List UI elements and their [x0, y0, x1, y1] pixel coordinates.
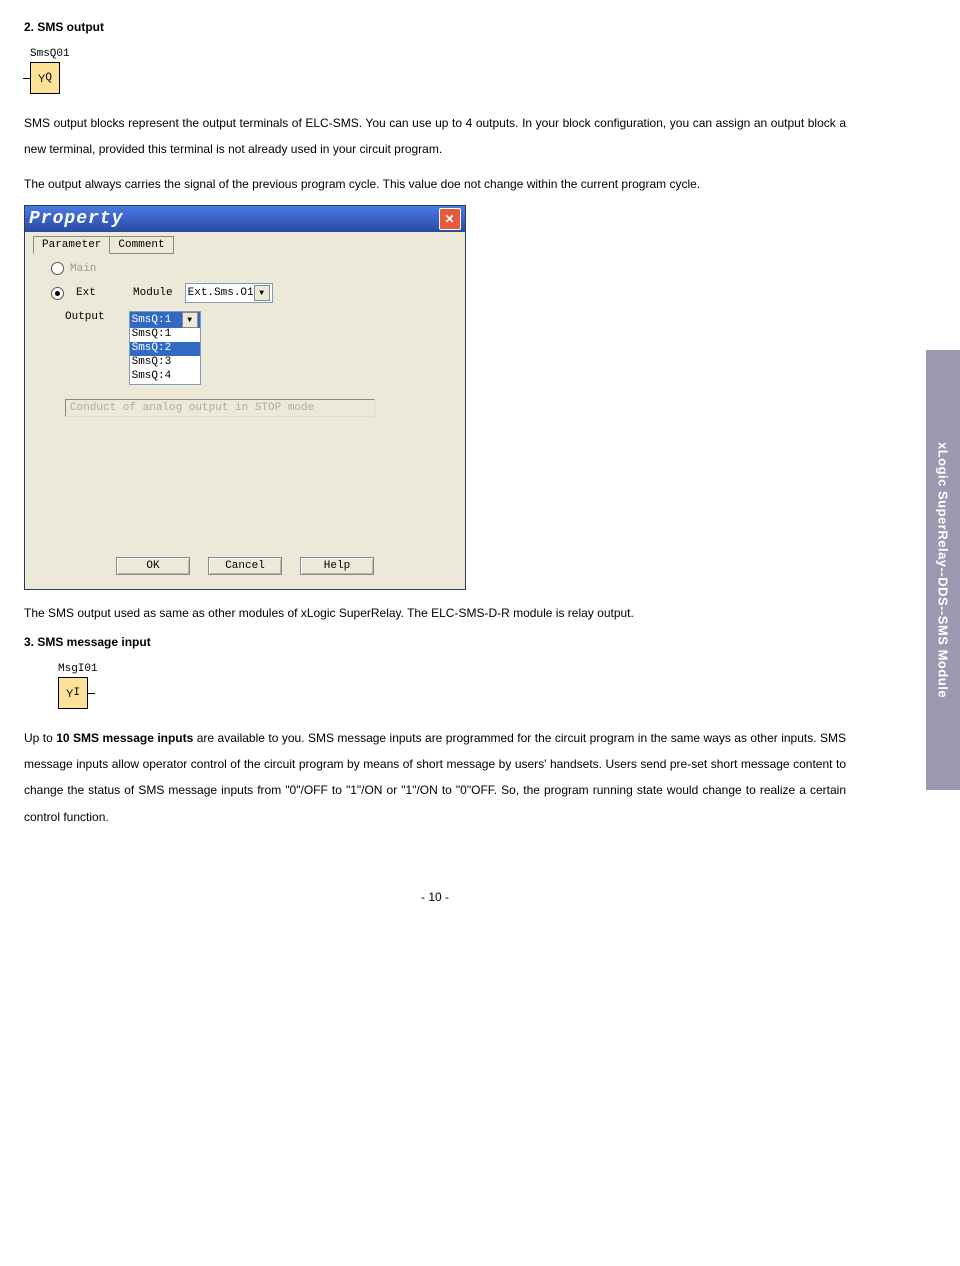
- after-dialog-text: The SMS output used as same as other mod…: [24, 600, 846, 626]
- sms-output-block-icon: SmsQ01 YQ: [30, 48, 70, 94]
- help-button[interactable]: Help: [300, 557, 374, 575]
- list-item[interactable]: SmsQ:4: [130, 370, 200, 384]
- cancel-button[interactable]: Cancel: [208, 557, 282, 575]
- section-3-heading: 3. SMS message input: [24, 635, 846, 649]
- dialog-title: Property: [29, 209, 123, 229]
- sms-msg-input-block-icon: MsgI01 YI: [58, 663, 98, 709]
- antenna-icon: Y: [66, 688, 73, 700]
- radio-main-row: Main: [51, 262, 457, 275]
- module-combo-value: Ext.Sms.O1: [188, 287, 254, 299]
- section-3-para: Up to 10 SMS message inputs are availabl…: [24, 725, 846, 831]
- radio-ext-row: Ext Module Ext.Sms.O1 ▼: [51, 283, 457, 303]
- stop-mode-text: Conduct of analog output in STOP mode: [65, 399, 375, 417]
- radio-main[interactable]: [51, 262, 64, 275]
- para-2: The output always carries the signal of …: [24, 171, 846, 197]
- output-label: Output: [65, 311, 105, 323]
- output-selected[interactable]: SmsQ:1 ▼: [130, 312, 200, 328]
- p3a: Up to: [24, 731, 56, 745]
- module-combo[interactable]: Ext.Sms.O1 ▼: [185, 283, 273, 303]
- list-item[interactable]: SmsQ:1: [130, 328, 200, 342]
- ok-button[interactable]: OK: [116, 557, 190, 575]
- chevron-down-icon[interactable]: ▼: [182, 312, 198, 328]
- radio-ext[interactable]: [51, 287, 64, 300]
- block-box: YQ: [30, 62, 60, 94]
- antenna-icon: Y: [38, 73, 45, 85]
- output-selected-value: SmsQ:1: [132, 314, 172, 326]
- tab-parameter[interactable]: Parameter: [33, 236, 110, 254]
- dialog-body: Parameter Comment Main Ext Module Ext.Sm…: [25, 232, 465, 589]
- output-row: Output SmsQ:1 ▼ SmsQ:1 SmsQ:2 SmsQ:3 Sms…: [65, 311, 457, 385]
- block-box: YI: [58, 677, 88, 709]
- block-symbol: Q: [45, 72, 52, 84]
- list-item[interactable]: SmsQ:2: [130, 342, 200, 356]
- block-label: MsgI01: [58, 663, 98, 675]
- radio-main-label: Main: [70, 263, 96, 275]
- page-number: - 10 -: [24, 890, 846, 904]
- block-symbol: I: [73, 687, 80, 699]
- property-dialog: Property ✕ Parameter Comment Main Ext Mo…: [24, 205, 466, 590]
- radio-ext-label: Ext: [76, 287, 96, 299]
- module-label: Module: [133, 287, 173, 299]
- block-label: SmsQ01: [30, 48, 70, 60]
- section-2-heading: 2. SMS output: [24, 20, 846, 34]
- output-listbox[interactable]: SmsQ:1 ▼ SmsQ:1 SmsQ:2 SmsQ:3 SmsQ:4: [129, 311, 201, 385]
- tab-comment[interactable]: Comment: [109, 236, 173, 254]
- close-icon[interactable]: ✕: [439, 208, 461, 230]
- para-1: SMS output blocks represent the output t…: [24, 110, 846, 163]
- dialog-titlebar: Property ✕: [25, 206, 465, 232]
- list-item[interactable]: SmsQ:3: [130, 356, 200, 370]
- dialog-buttons: OK Cancel Help: [33, 557, 457, 575]
- chevron-down-icon[interactable]: ▼: [254, 285, 270, 301]
- tabs: Parameter Comment: [33, 236, 457, 254]
- p3bold: 10 SMS message inputs: [56, 731, 193, 745]
- side-label: xLogic SuperRelay--DDS--SMS Module: [926, 350, 960, 790]
